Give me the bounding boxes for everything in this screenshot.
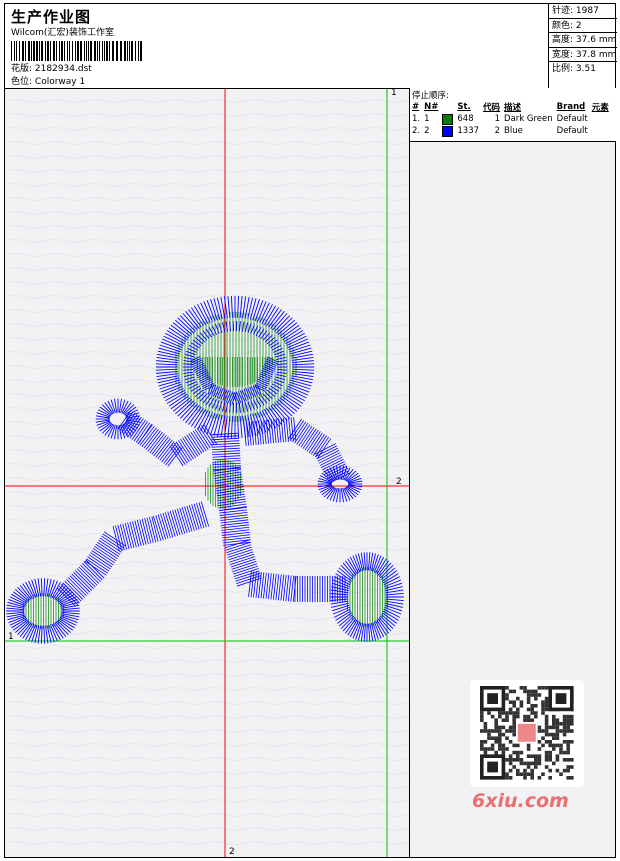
pattern-value: 2182934.dst xyxy=(34,64,92,74)
guide-label-green-left: 1 xyxy=(8,632,14,642)
row-brand: Default xyxy=(556,114,588,124)
stop-sequence-panel: 停止顺序: # N# St. 代码 描述 Brand 元素 1. 1 648 1… xyxy=(409,88,616,142)
stat-height: 高度: 37.6 mm xyxy=(549,33,617,48)
header: 生产作业图 Wilcom(汇宏)装饰工作室 花版: 2182934.dst 色位… xyxy=(4,3,617,89)
stop-sequence-table: # N# St. 代码 描述 Brand 元素 1. 1 648 1 Dark … xyxy=(411,100,612,137)
colorway-label: 色位: xyxy=(11,77,33,87)
stat-colors: 颜色: 2 xyxy=(549,19,617,33)
row-n: 2 xyxy=(424,126,430,136)
col-index: # xyxy=(412,101,420,112)
colorway-row: 色位: Colorway 1 xyxy=(11,76,85,88)
stat-width: 宽度: 37.8 mm xyxy=(549,48,617,62)
col-code: 代码 xyxy=(483,102,501,113)
row-index: 1. xyxy=(412,114,421,124)
col-stitches: St. xyxy=(457,101,471,112)
col-n: N# xyxy=(424,101,439,112)
col-desc: 描述 xyxy=(504,102,522,113)
pattern-row: 花版: 2182934.dst xyxy=(11,63,92,75)
panel-divider xyxy=(409,142,410,858)
row-element xyxy=(591,125,612,137)
stat-scale: 比例: 3.51 xyxy=(552,64,596,74)
row-desc: Dark Green xyxy=(504,114,553,124)
table-row: 2. 2 1337 2 Blue Default xyxy=(411,125,612,137)
qr-code xyxy=(470,680,584,787)
page-title: 生产作业图 xyxy=(11,8,92,26)
row-swatch xyxy=(441,125,456,137)
col-brand: Brand xyxy=(556,101,586,112)
studio-name: Wilcom(汇宏)装饰工作室 xyxy=(11,28,114,38)
watermark-text: 6xiu.com xyxy=(472,790,569,812)
table-header: # N# St. 代码 描述 Brand 元素 xyxy=(411,100,612,113)
barcode xyxy=(11,41,142,61)
guide-label-green-top: 1 xyxy=(391,88,397,98)
design-canvas xyxy=(5,89,409,857)
pattern-label: 花版: xyxy=(11,64,33,74)
color-swatch xyxy=(442,125,454,137)
col-element: 元素 xyxy=(591,102,609,113)
stat-stitches: 针迹: 1987 xyxy=(549,4,617,19)
row-code: 2 xyxy=(494,126,501,136)
table-row: 1. 1 648 1 Dark Green Default xyxy=(411,113,612,125)
stats-box: 针迹: 1987 颜色: 2 高度: 37.6 mm 宽度: 37.8 mm 比… xyxy=(548,4,617,89)
row-swatch xyxy=(441,113,456,125)
row-element xyxy=(591,113,612,125)
row-brand: Default xyxy=(556,126,588,136)
guide-label-red-right: 2 xyxy=(396,477,402,487)
colorway-value: Colorway 1 xyxy=(34,77,86,87)
row-code: 1 xyxy=(494,114,501,124)
row-n: 1 xyxy=(424,114,430,124)
row-stitches: 1337 xyxy=(457,126,480,136)
row-desc: Blue xyxy=(504,126,523,136)
row-index: 2. xyxy=(412,126,421,136)
col-swatch xyxy=(441,100,456,113)
row-stitches: 648 xyxy=(457,114,474,124)
color-swatch xyxy=(442,113,454,125)
guide-label-red-bottom: 2 xyxy=(229,847,235,857)
